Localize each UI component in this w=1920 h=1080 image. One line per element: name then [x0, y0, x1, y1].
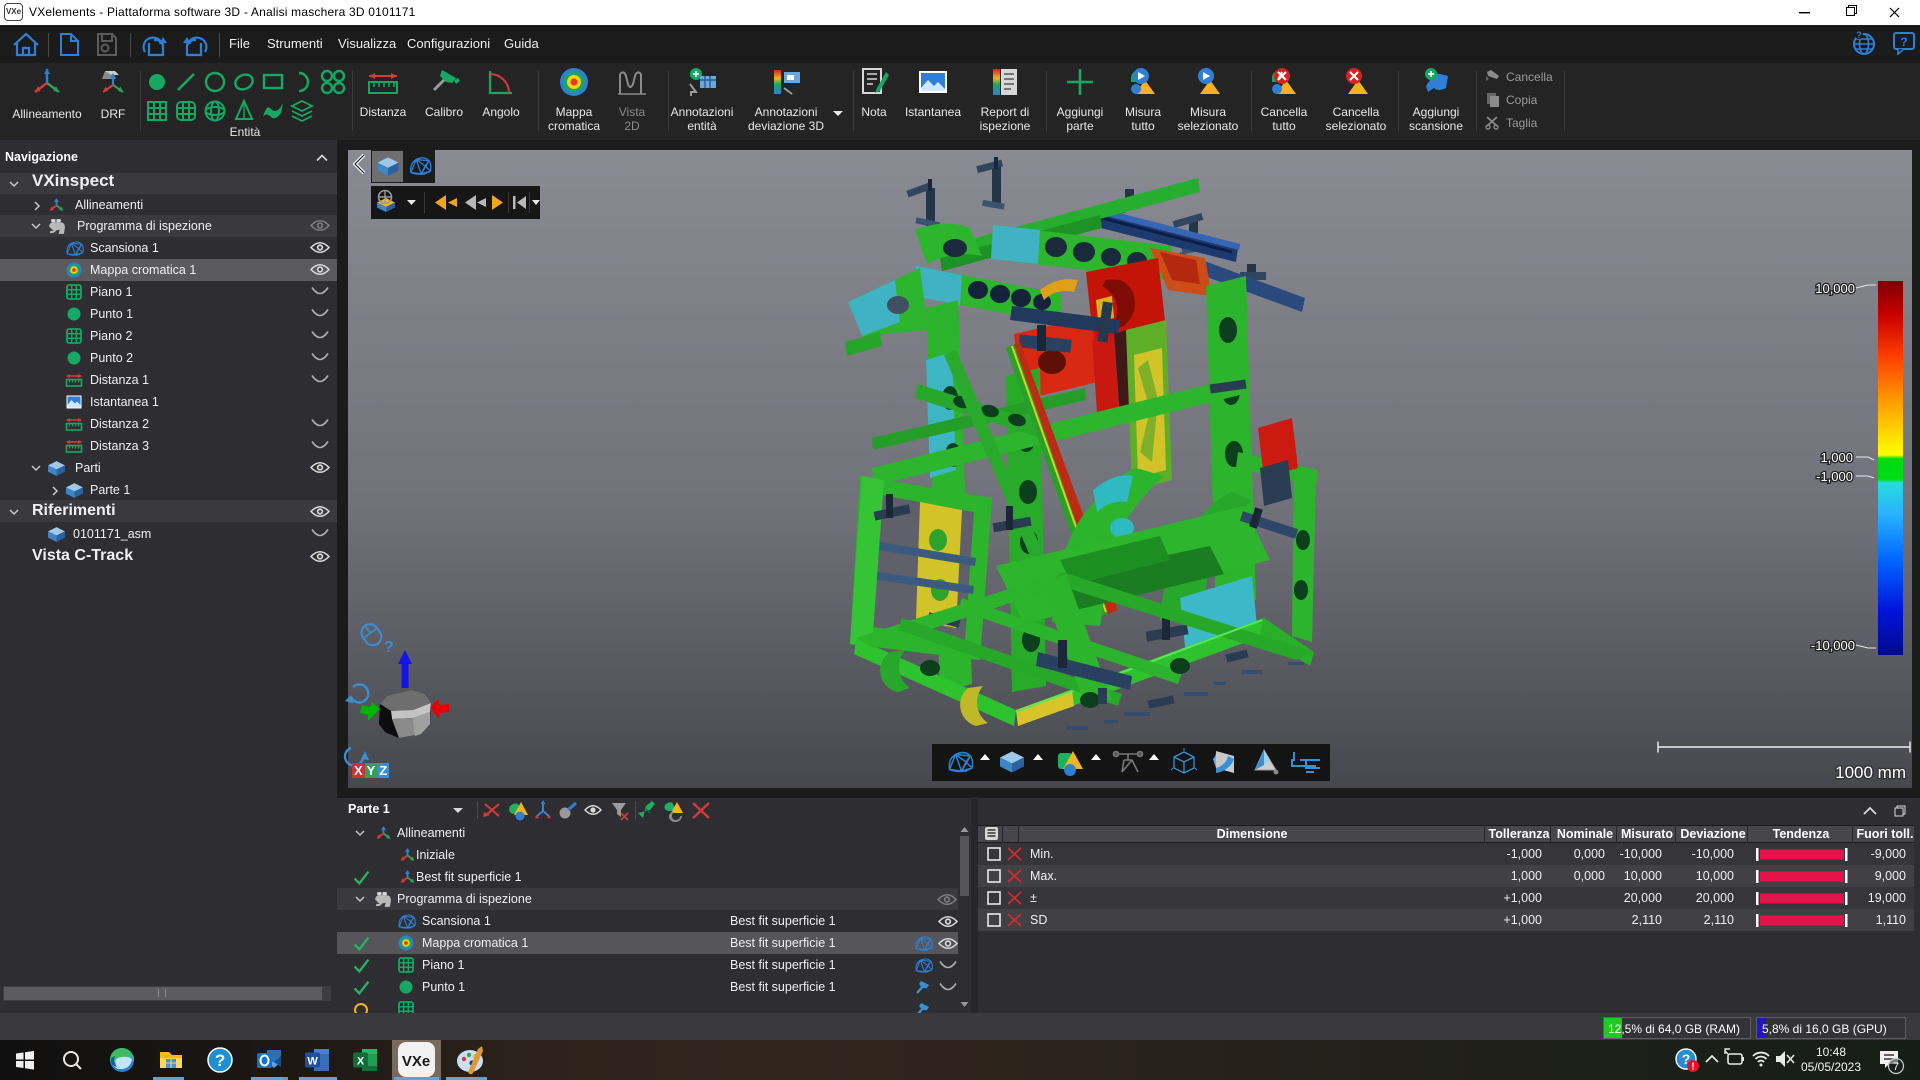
svg-text:10:48: 10:48 [1816, 1045, 1846, 1059]
svg-text:X: X [357, 1056, 365, 1068]
svg-text:?: ? [215, 1051, 225, 1070]
svg-text:?: ? [1900, 35, 1907, 49]
svg-text:1000 mm: 1000 mm [1835, 763, 1906, 782]
svg-text:1,000: 1,000 [1820, 450, 1853, 465]
svg-text:?: ? [1856, 30, 1862, 40]
svg-text:05/05/2023: 05/05/2023 [1801, 1060, 1861, 1074]
svg-text:-1,000: -1,000 [1816, 469, 1853, 484]
svg-text:VXe: VXe [402, 1053, 430, 1070]
svg-text:!: ! [1691, 1062, 1694, 1073]
svg-text:10,000: 10,000 [1815, 281, 1855, 296]
svg-text:7: 7 [1893, 1061, 1899, 1073]
svg-text:-10,000: -10,000 [1811, 638, 1855, 653]
svg-text:W: W [307, 1056, 318, 1068]
